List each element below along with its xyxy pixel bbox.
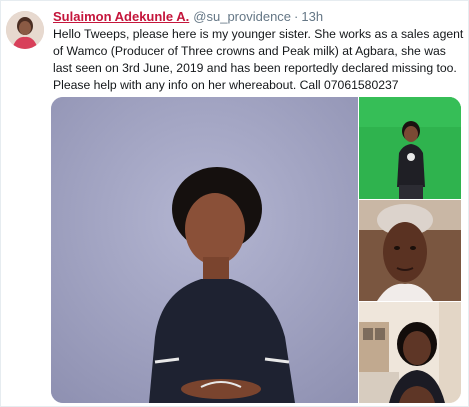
display-name[interactable]: Sulaimon Adekunle A. <box>53 9 189 24</box>
tweet-header: Sulaimon Adekunle A. @su_providence · 13h <box>53 8 323 26</box>
separator-dot: · <box>294 9 299 24</box>
user-handle[interactable]: @su_providence <box>193 9 291 24</box>
timestamp[interactable]: 13h <box>301 9 323 24</box>
photo-main[interactable] <box>51 97 358 403</box>
woman-portrait-photo-icon <box>51 97 358 403</box>
avatar[interactable] <box>6 11 44 49</box>
tweet-card[interactable]: Sulaimon Adekunle A. @su_providence · 13h H… <box>0 0 469 407</box>
woman-green-screen-photo-icon <box>359 97 461 199</box>
woman-selfie-photo-icon <box>359 200 461 301</box>
avatar-photo-icon <box>6 11 44 49</box>
media-grid <box>51 97 461 403</box>
photo-2[interactable] <box>359 97 461 199</box>
photo-3[interactable] <box>359 200 461 301</box>
woman-outdoor-photo-icon <box>359 302 461 403</box>
photo-4[interactable] <box>359 302 461 403</box>
tweet-text: Hello Tweeps, please here is my younger … <box>53 27 464 92</box>
